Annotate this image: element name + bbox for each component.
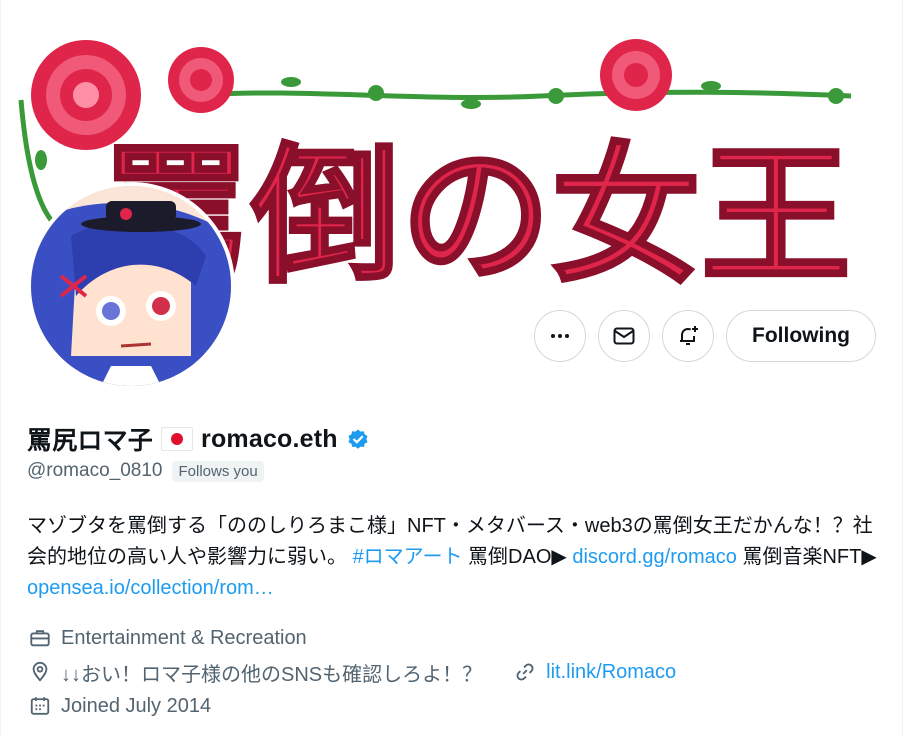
verified-badge-icon[interactable] [346, 427, 370, 451]
handle-row: @romaco_0810 Follows you [27, 460, 264, 482]
bio-text: 罵倒DAO▶ [468, 546, 567, 568]
calendar-icon [27, 693, 53, 719]
follows-you-badge: Follows you [172, 460, 264, 482]
profile-actions: Following [534, 310, 876, 362]
display-name: 罵尻ロマ子 [27, 427, 154, 455]
profile-joined-date: Joined July 2014 [61, 694, 212, 717]
avatar[interactable] [27, 182, 235, 390]
display-name-suffix: romaco.eth [201, 424, 338, 453]
profile-bio: マゾブタを罵倒する「ののしりろまこ様」NFT・メタバース・web3の罵倒女王だか… [27, 511, 887, 604]
mail-icon [613, 327, 635, 345]
message-button[interactable] [598, 310, 651, 362]
more-icon [551, 334, 570, 338]
avatar-illustration [31, 186, 231, 386]
more-button[interactable] [534, 310, 587, 362]
bell-plus-icon [680, 326, 699, 345]
bio-discord-link[interactable]: discord.gg/romaco [572, 546, 737, 568]
location-row: ↓↓おい！ロマ子様の他のSNSも確認しろよ！？ lit.link/Romaco [27, 655, 676, 689]
bio-opensea-link[interactable]: opensea.io/collection/rom… [27, 577, 274, 599]
profile-website-link[interactable]: lit.link/Romaco [546, 661, 676, 684]
joined-row: Joined July 2014 [27, 689, 676, 723]
bio-hashtag-link[interactable]: #ロマアート [353, 546, 463, 568]
following-button[interactable]: Following [726, 310, 876, 362]
user-handle: @romaco_0810 [27, 460, 163, 481]
location-pin-icon [27, 659, 53, 685]
notify-button[interactable] [662, 310, 715, 362]
profile-meta: Entertainment & Recreation ↓↓おい！ロマ子様の他のS… [27, 621, 676, 723]
japan-flag-icon [161, 427, 194, 451]
profile-location: ↓↓おい！ロマ子様の他のSNSも確認しろよ！？ [61, 663, 483, 686]
right-border [902, 0, 903, 735]
profile-category: Entertainment & Recreation [61, 626, 307, 649]
briefcase-icon [27, 625, 53, 651]
category-row: Entertainment & Recreation [27, 621, 676, 655]
bio-text: 罵倒音楽NFT▶ [742, 546, 877, 568]
link-icon [512, 659, 538, 685]
profile-name-row: 罵尻ロマ子 romaco.eth [27, 421, 370, 457]
